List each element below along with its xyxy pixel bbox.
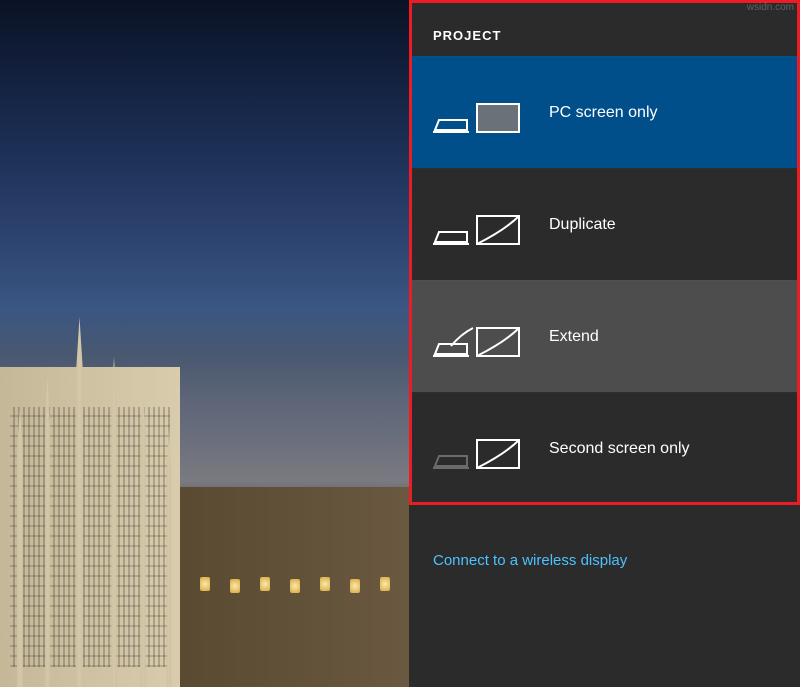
option-duplicate[interactable]: Duplicate [409,168,800,280]
option-label: Duplicate [549,216,616,234]
extend-icon [433,312,521,362]
option-second-screen-only[interactable]: Second screen only [409,392,800,504]
pc-screen-only-icon [433,88,521,138]
desktop-wallpaper [0,0,409,687]
option-label: PC screen only [549,104,658,122]
option-extend[interactable]: Extend [409,280,800,392]
duplicate-icon [433,200,521,250]
second-screen-only-icon [433,424,521,474]
option-label: Second screen only [549,440,690,458]
watermark: wsidn.com [747,2,794,13]
panel-title: PROJECT [409,0,800,56]
wallpaper-building [0,307,409,687]
project-panel: PROJECT PC screen only Duplicate [409,0,800,687]
connect-wireless-display-link[interactable]: Connect to a wireless display [409,504,800,569]
option-pc-screen-only[interactable]: PC screen only [409,56,800,168]
option-label: Extend [549,328,599,346]
